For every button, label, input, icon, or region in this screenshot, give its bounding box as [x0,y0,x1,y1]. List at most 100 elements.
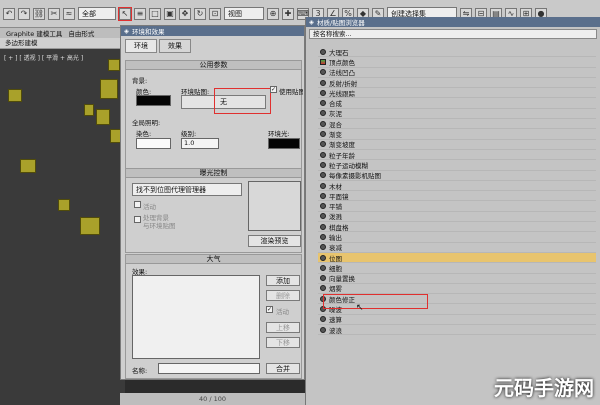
map-type-icon [320,316,326,323]
map-list-item[interactable]: 衰减 [318,243,596,253]
map-list-item[interactable]: 光线跟踪 [318,88,596,99]
select-manipulate-icon[interactable]: ✚ [282,7,294,20]
map-list-item[interactable]: 每像素摄影机贴图 [318,171,596,181]
scene-cube[interactable] [100,79,118,99]
scene-cube[interactable] [108,59,120,71]
exposure-preview [248,181,301,231]
map-list-item[interactable]: 粒子年龄 [318,150,596,161]
map-list-item[interactable]: 混合 [318,119,596,130]
ribbon-tabs: Graphite 建模工具 自由形式 [0,28,125,38]
selection-filter-dropdown[interactable]: 全部 [78,7,116,20]
map-list-item-label: 衰减 [329,244,342,253]
unlink-icon[interactable]: ✂ [48,7,60,20]
ref-coord-dropdown[interactable]: 视图 [224,7,264,20]
delete-button[interactable]: 删除 [266,290,300,301]
select-object-icon[interactable]: ↖ [118,6,132,21]
window-crossing-icon[interactable]: ▣ [164,7,176,20]
viewport-label[interactable]: [ + ] [ 透视 ] [ 平滑 + 高光 ] [4,53,83,62]
map-type-icon [320,254,326,261]
map-list-item[interactable]: 平面镜 [318,191,596,202]
atmos-active-checkbox[interactable]: ✓ [266,306,273,313]
scene-cube[interactable] [84,104,94,116]
map-list-item[interactable]: 泼溅 [318,212,596,223]
map-type-icon [320,172,326,179]
level-input[interactable]: 1.0 [181,138,219,149]
map-list-item[interactable]: 速算 [318,315,596,326]
browser-search-input[interactable]: 按名称搜索... [309,29,597,39]
move-icon[interactable]: ✥ [179,7,191,20]
map-list-item[interactable]: 粒子运动模糊 [318,160,596,171]
exposure-dropdown[interactable]: 找不到位图代理管理器 [132,183,242,196]
active-label: 活动 [143,203,156,211]
effects-list[interactable] [132,275,260,359]
common-params-header[interactable]: 公用参数 [126,61,301,70]
browser-titlebar[interactable]: ◈ 材质/贴图浏览器 [306,17,600,27]
map-list-item[interactable]: 大理石 [318,47,596,58]
map-list-item-label: 位图 [329,254,342,263]
ribbon-subpanel[interactable]: 多边形建模 [0,38,125,49]
undo-icon[interactable]: ↶ [3,7,15,20]
map-list-item[interactable]: 反射/折射 [318,78,596,89]
move-down-button[interactable]: 下移 [266,337,300,348]
merge-button[interactable]: 合并 [266,363,300,374]
move-up-button[interactable]: 上移 [266,322,300,333]
map-list-item[interactable]: 法线凹凸 [318,68,596,78]
tab-environment[interactable]: 环境 [125,39,157,53]
highlight-box [214,88,271,114]
bind-icon[interactable]: ≈ [63,7,75,20]
map-list-item-label: 输出 [329,234,342,242]
map-list-item[interactable]: 位图 [318,252,596,264]
map-type-icon [320,58,326,65]
map-type-icon [320,264,326,271]
scene-cube[interactable] [96,109,110,125]
active-checkbox[interactable] [134,201,141,208]
perspective-viewport[interactable]: [ + ] [ 透视 ] [ 平滑 + 高光 ] [0,49,125,405]
scene-cube[interactable] [20,159,36,173]
name-input[interactable] [158,363,260,374]
scene-cube[interactable] [80,217,100,235]
pivot-icon[interactable]: ⊕ [267,7,279,20]
exposure-header[interactable]: 曝光控制 [126,169,301,178]
map-list-item[interactable]: 向量置换 [318,274,596,284]
scene-cube[interactable] [58,199,70,211]
map-list-item[interactable]: 灰泥 [318,109,596,120]
map-type-icon [320,223,326,230]
redo-icon[interactable]: ↷ [18,7,30,20]
background-color-swatch[interactable] [136,95,171,106]
scene-cube[interactable] [8,89,22,102]
map-list-item-label: 大理石 [329,48,349,57]
map-type-icon [320,131,326,138]
map-type-icon [320,182,326,189]
map-list-item-label: 灰泥 [329,110,342,119]
ambient-color-swatch[interactable] [268,138,300,149]
map-list-item[interactable]: 渐变 [318,129,596,140]
map-type-icon [320,233,326,240]
map-list-item[interactable]: 棋盘格 [318,222,596,233]
link-icon[interactable]: ⛓ [33,7,45,20]
timeline-status[interactable]: 40 / 100 [120,393,305,405]
add-button[interactable]: 添加 [266,275,300,286]
map-list-item[interactable]: 渐变坡度 [318,140,596,150]
map-list-item[interactable]: 烟雾 [318,284,596,295]
scale-icon[interactable]: ⊡ [209,7,221,20]
map-type-icon [320,203,326,210]
use-map-checkbox[interactable]: ✓ [270,86,277,93]
map-list-item[interactable]: 木材 [318,181,596,192]
map-list-item[interactable]: 细胞 [318,263,596,274]
rect-select-icon[interactable]: □ [149,7,161,20]
map-list-item[interactable]: 输出 [318,232,596,243]
tab-effects[interactable]: 效果 [159,39,191,53]
map-list-item[interactable]: 波浪 [318,325,596,336]
select-by-name-icon[interactable]: ≡ [134,7,146,20]
env-window-titlebar[interactable]: ◈ 环境和效果 [121,26,304,36]
map-list-item[interactable]: 顶点颜色 [318,57,596,68]
atmosphere-header[interactable]: 大气 [126,255,301,264]
map-list-item[interactable]: 平铺 [318,201,596,212]
map-list-item[interactable]: 合成 [318,98,596,109]
process-bg-checkbox[interactable] [134,216,141,223]
rotate-icon[interactable]: ↻ [194,7,206,20]
tab-graphite[interactable]: Graphite 建模工具 [6,28,62,38]
render-preview-button[interactable]: 渲染预览 [248,235,301,247]
tint-color-swatch[interactable] [136,138,171,149]
tab-freeform[interactable]: 自由形式 [68,28,94,38]
